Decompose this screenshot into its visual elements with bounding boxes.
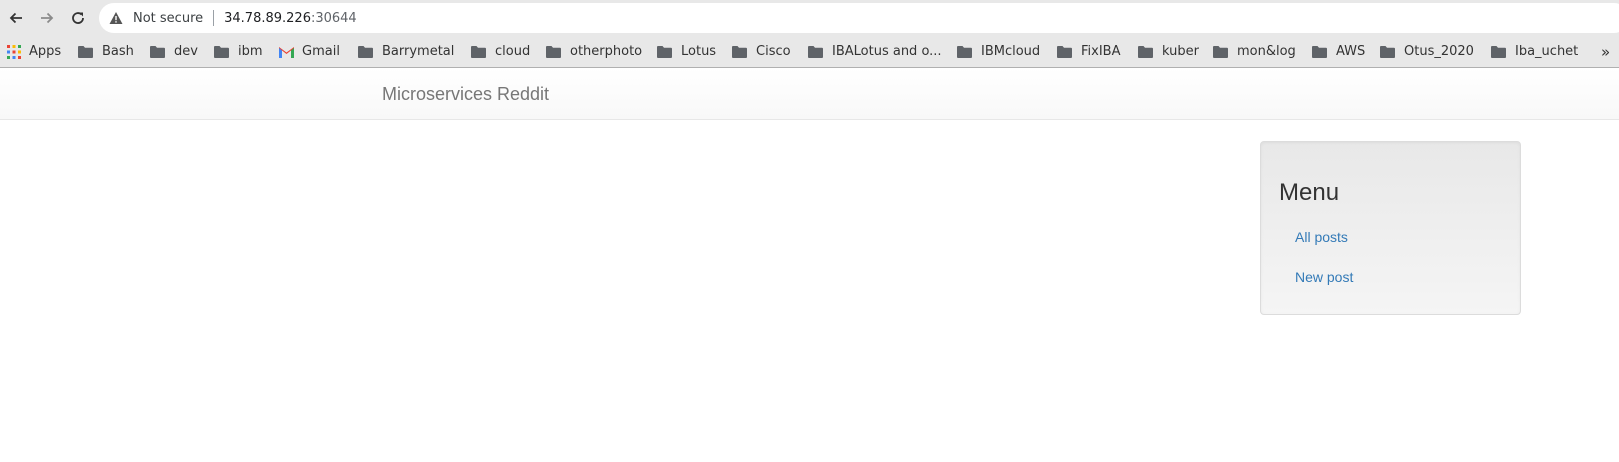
bookmark-folder-otus2020[interactable]: Otus_2020 — [1380, 36, 1474, 67]
bookmark-label: Iba_uchet — [1515, 44, 1579, 59]
bookmark-folder-cisco[interactable]: Cisco — [732, 36, 791, 67]
bookmark-folder-lotus[interactable]: Lotus — [657, 36, 716, 67]
url-text[interactable]: 34.78.89.226:30644 — [224, 11, 357, 26]
bookmark-folder-fixiba[interactable]: FixIBA — [1057, 36, 1120, 67]
url-separator — [213, 10, 215, 26]
bookmark-folder-ibm[interactable]: ibm — [214, 36, 263, 67]
page-navbar: Microservices Reddit — [0, 68, 1619, 120]
browser-toolbar: Not secure 34.78.89.226:30644 — [0, 0, 1619, 36]
bookmark-label: Apps — [29, 44, 62, 59]
folder-icon — [358, 45, 373, 58]
apps-grid-icon — [7, 44, 21, 59]
back-arrow-icon — [9, 12, 22, 24]
bookmark-label: IBMcloud — [981, 44, 1041, 59]
bookmark-label: cloud — [495, 44, 531, 59]
bookmark-label: Gmail — [302, 44, 340, 59]
bookmark-label: AWS — [1336, 44, 1366, 59]
bookmark-folder-iba-uchet[interactable]: Iba_uchet — [1491, 36, 1578, 67]
bookmark-folder-ibalotus[interactable]: IBALotus and o... — [808, 36, 942, 67]
bookmark-label: ibm — [238, 44, 263, 59]
bookmark-gmail[interactable]: Gmail — [279, 36, 340, 67]
bookmark-label: dev — [174, 44, 198, 59]
bookmark-folder-aws[interactable]: AWS — [1312, 36, 1365, 67]
bookmark-label: kuber — [1162, 44, 1199, 59]
url-host: 34.78.89.226 — [224, 10, 311, 26]
folder-icon — [657, 45, 672, 58]
address-bar[interactable]: Not secure 34.78.89.226:30644 — [99, 3, 1619, 33]
bookmark-folder-dev[interactable]: dev — [150, 36, 198, 67]
bookmark-folder-bash[interactable]: Bash — [78, 36, 134, 67]
bookmark-folder-kuber[interactable]: kuber — [1138, 36, 1199, 67]
bookmark-apps[interactable]: Apps — [7, 36, 61, 67]
gmail-icon — [279, 46, 294, 58]
folder-icon — [732, 45, 747, 58]
folder-icon — [78, 45, 93, 58]
bookmark-label: FixIBA — [1081, 44, 1121, 59]
forward-arrow-icon — [40, 12, 53, 24]
url-port: :30644 — [310, 10, 357, 26]
bookmark-label: Lotus — [681, 44, 717, 59]
bookmark-label: Otus_2020 — [1404, 44, 1474, 59]
folder-icon — [214, 45, 229, 58]
folder-icon — [1138, 45, 1153, 58]
bookmark-folder-otherphoto[interactable]: otherphoto — [546, 36, 642, 67]
sidebar-menu: Menu All posts New post — [1260, 141, 1521, 315]
security-status[interactable]: Not secure — [133, 11, 203, 26]
folder-icon — [471, 45, 486, 58]
bookmarks-bar: Apps Bash dev ibm Gmail Barrymetal cloud… — [0, 36, 1619, 68]
bookmark-label: mon&log — [1237, 44, 1296, 59]
folder-icon — [1057, 45, 1072, 58]
brand-link[interactable]: Microservices Reddit — [382, 84, 549, 105]
all-posts-link[interactable]: All posts — [1295, 229, 1348, 245]
bookmark-label: IBALotus and o... — [832, 44, 942, 59]
folder-icon — [1213, 45, 1228, 58]
menu-title: Menu — [1279, 179, 1340, 206]
bookmark-folder-barrymetal[interactable]: Barrymetal — [358, 36, 454, 67]
bookmark-label: Cisco — [756, 44, 791, 59]
bookmark-folder-monlog[interactable]: mon&log — [1213, 36, 1296, 67]
folder-icon — [1491, 45, 1506, 58]
bookmark-folder-ibmcloud[interactable]: IBMcloud — [957, 36, 1040, 67]
reload-icon — [71, 12, 84, 24]
folder-icon — [808, 45, 823, 58]
forward-button[interactable] — [31, 0, 62, 36]
bookmark-label: Bash — [102, 44, 134, 59]
new-post-link[interactable]: New post — [1295, 269, 1353, 285]
bookmark-folder-cloud[interactable]: cloud — [471, 36, 530, 67]
folder-icon — [957, 45, 972, 58]
folder-icon — [1380, 45, 1395, 58]
folder-icon — [150, 45, 165, 58]
bookmark-label: Barrymetal — [382, 44, 455, 59]
bookmarks-overflow-button[interactable]: » — [1601, 36, 1610, 67]
bookmark-label: otherphoto — [570, 44, 643, 59]
folder-icon — [546, 45, 561, 58]
back-button[interactable] — [0, 0, 31, 36]
warning-triangle-icon — [109, 11, 123, 25]
folder-icon — [1312, 45, 1327, 58]
reload-button[interactable] — [62, 0, 93, 36]
